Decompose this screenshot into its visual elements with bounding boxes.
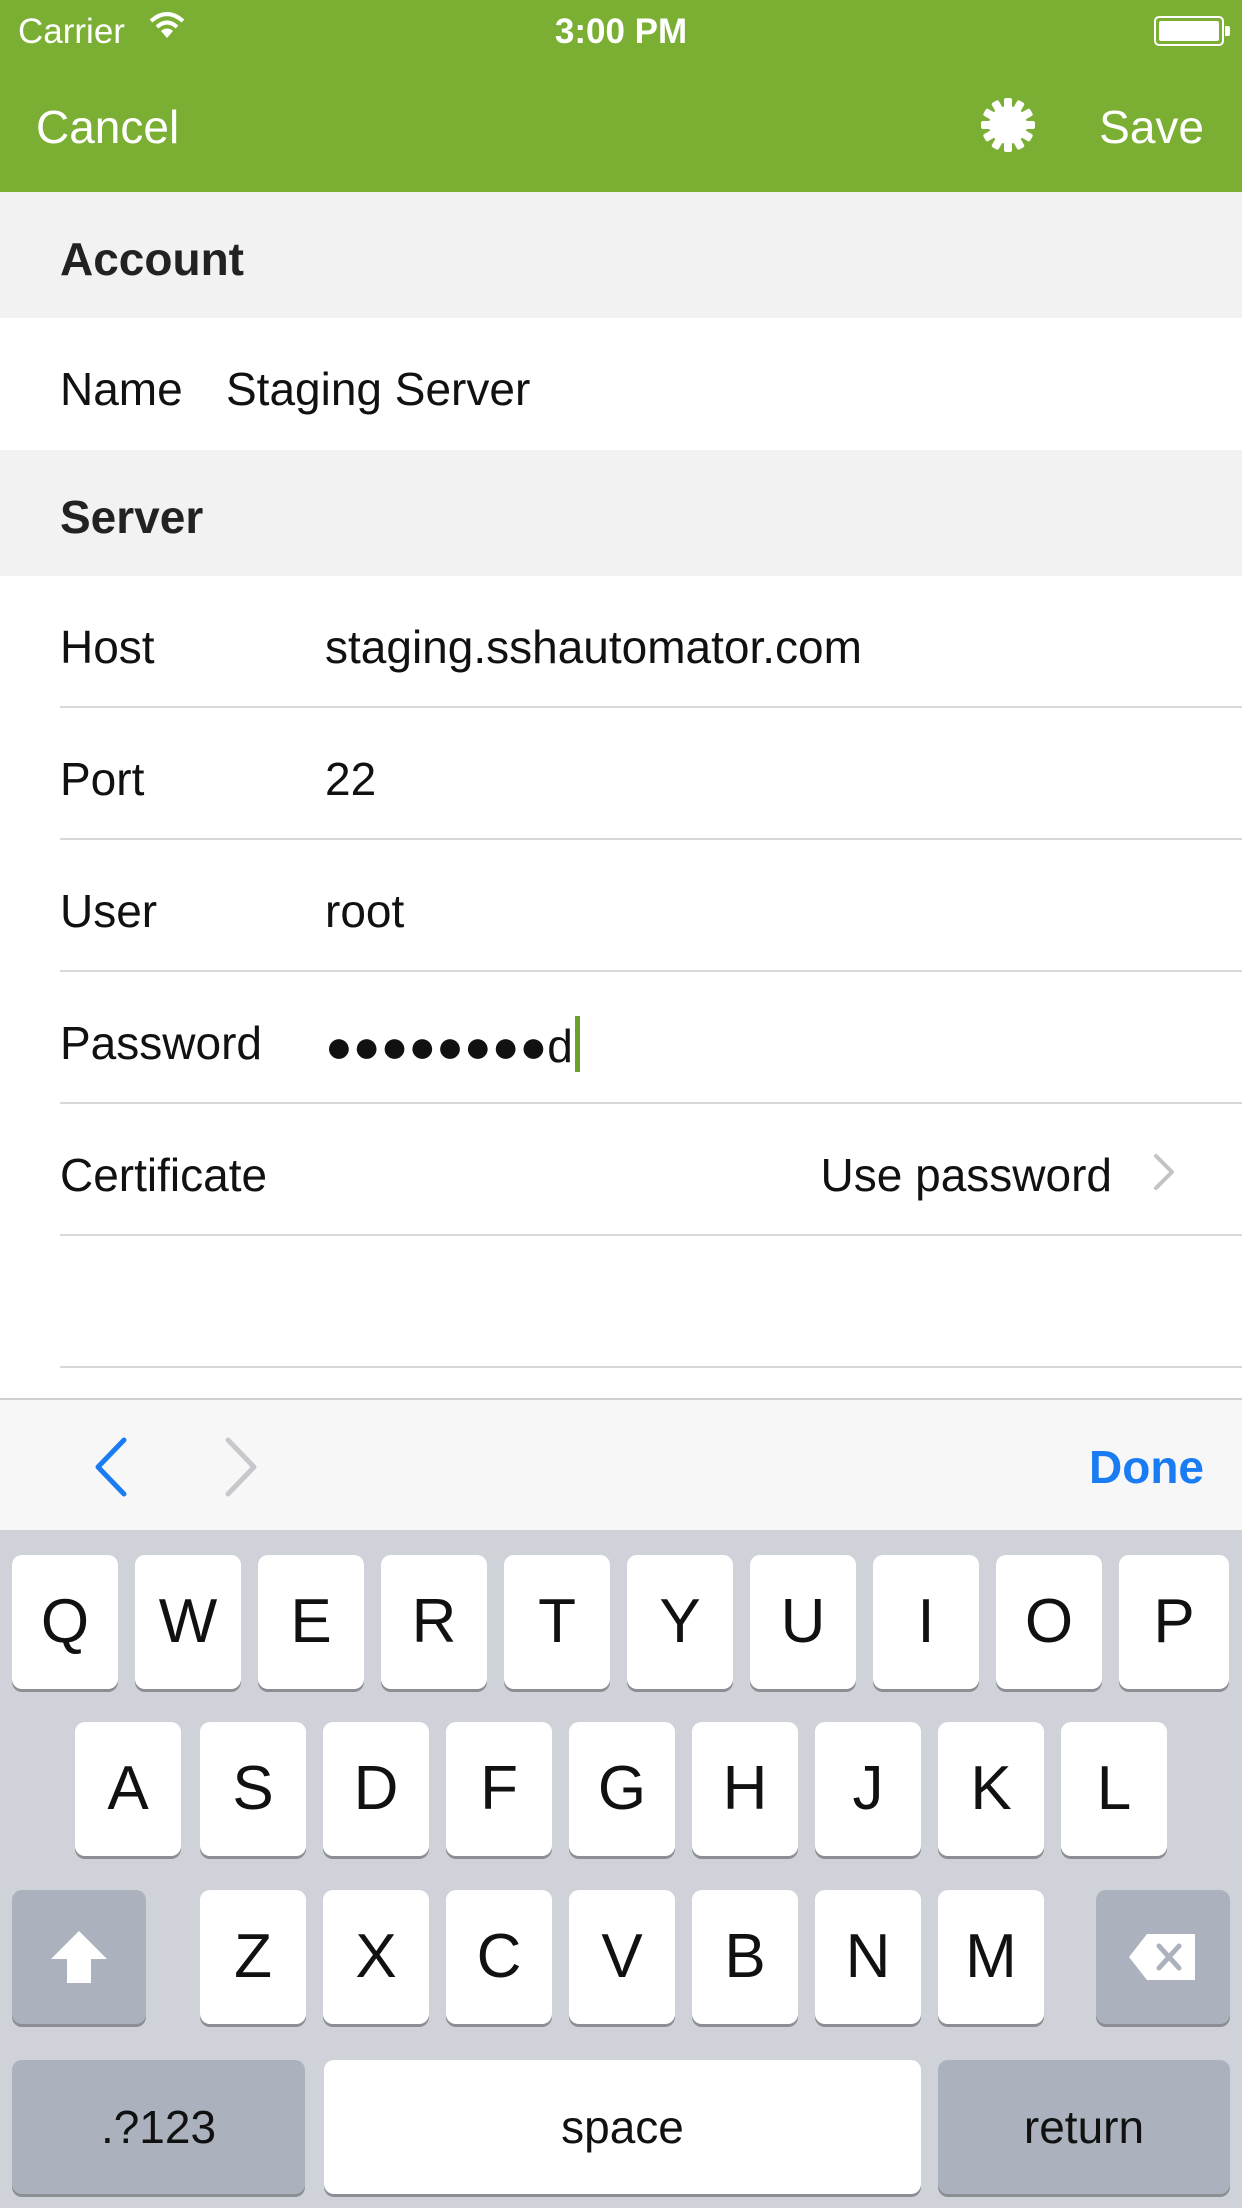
server-section-title: Server <box>60 491 204 543</box>
shift-key[interactable] <box>12 1890 146 2024</box>
key-e[interactable]: E <box>258 1555 364 1689</box>
keyboard: Q W E R T Y U I O P A S D F G H J K L Z … <box>0 1530 1242 2208</box>
name-row[interactable]: Name Staging Server <box>0 318 1242 450</box>
key-o[interactable]: O <box>996 1555 1102 1689</box>
port-label: Port <box>60 753 145 805</box>
key-q[interactable]: Q <box>12 1555 118 1689</box>
key-u[interactable]: U <box>750 1555 856 1689</box>
backspace-icon <box>1129 1934 1195 1980</box>
key-b[interactable]: B <box>692 1890 798 2024</box>
key-n[interactable]: N <box>815 1890 921 2024</box>
user-label: User <box>60 885 158 937</box>
host-field[interactable]: staging.sshautomator.com <box>325 620 862 674</box>
done-button[interactable]: Done <box>1089 1440 1204 1494</box>
delete-key[interactable] <box>1096 1890 1230 2024</box>
row-divider <box>60 1366 1242 1368</box>
keyboard-toolbar: Done <box>0 1398 1242 1530</box>
navigation-bar: Carrier 3:00 PM Cancel Save <box>0 0 1242 192</box>
server-section-header: Server <box>0 450 1242 576</box>
space-key[interactable]: space <box>324 2060 921 2194</box>
key-v[interactable]: V <box>569 1890 675 2024</box>
empty-row <box>0 1236 1242 1368</box>
key-y[interactable]: Y <box>627 1555 733 1689</box>
key-m[interactable]: M <box>938 1890 1044 2024</box>
key-j[interactable]: J <box>815 1722 921 1856</box>
gear-icon[interactable] <box>980 97 1036 153</box>
password-field[interactable]: ●●●●●●●●d <box>325 1016 580 1073</box>
key-r[interactable]: R <box>381 1555 487 1689</box>
key-f[interactable]: F <box>446 1722 552 1856</box>
key-c[interactable]: C <box>446 1890 552 2024</box>
key-s[interactable]: S <box>200 1722 306 1856</box>
password-row[interactable]: Password ●●●●●●●●d <box>0 972 1242 1104</box>
chevron-right-icon <box>1154 1154 1174 1190</box>
certificate-row[interactable]: Certificate Use password <box>0 1104 1242 1236</box>
user-row[interactable]: User root <box>0 840 1242 972</box>
password-label: Password <box>60 1017 262 1069</box>
host-row[interactable]: Host staging.sshautomator.com <box>0 576 1242 708</box>
return-key[interactable]: return <box>938 2060 1230 2194</box>
certificate-value: Use password <box>820 1149 1112 1201</box>
account-section-header: Account <box>0 192 1242 318</box>
user-field[interactable]: root <box>325 884 404 938</box>
port-row[interactable]: Port 22 <box>0 708 1242 840</box>
port-field[interactable]: 22 <box>325 752 376 806</box>
key-x[interactable]: X <box>323 1890 429 2024</box>
key-g[interactable]: G <box>569 1722 675 1856</box>
name-field[interactable]: Staging Server <box>226 362 530 416</box>
battery-icon <box>1154 16 1230 46</box>
chevron-right-icon[interactable] <box>218 1436 264 1498</box>
save-button[interactable]: Save <box>1099 100 1204 154</box>
key-p[interactable]: P <box>1119 1555 1229 1689</box>
name-label: Name <box>60 363 183 415</box>
key-z[interactable]: Z <box>200 1890 306 2024</box>
password-text: ●●●●●●●●d <box>325 1020 573 1072</box>
account-section-title: Account <box>60 233 244 285</box>
status-time: 3:00 PM <box>554 12 688 51</box>
key-h[interactable]: H <box>692 1722 798 1856</box>
key-a[interactable]: A <box>75 1722 181 1856</box>
status-bar: Carrier 3:00 PM <box>0 0 1242 62</box>
cancel-button[interactable]: Cancel <box>36 100 179 154</box>
key-l[interactable]: L <box>1061 1722 1167 1856</box>
text-cursor <box>574 1016 580 1072</box>
key-i[interactable]: I <box>873 1555 979 1689</box>
key-w[interactable]: W <box>135 1555 241 1689</box>
key-k[interactable]: K <box>938 1722 1044 1856</box>
key-d[interactable]: D <box>323 1722 429 1856</box>
key-t[interactable]: T <box>504 1555 610 1689</box>
host-label: Host <box>60 621 155 673</box>
numbers-key[interactable]: .?123 <box>12 2060 305 2194</box>
chevron-left-icon[interactable] <box>88 1436 134 1498</box>
certificate-label: Certificate <box>60 1149 268 1201</box>
shift-arrow-icon <box>51 1931 107 1983</box>
